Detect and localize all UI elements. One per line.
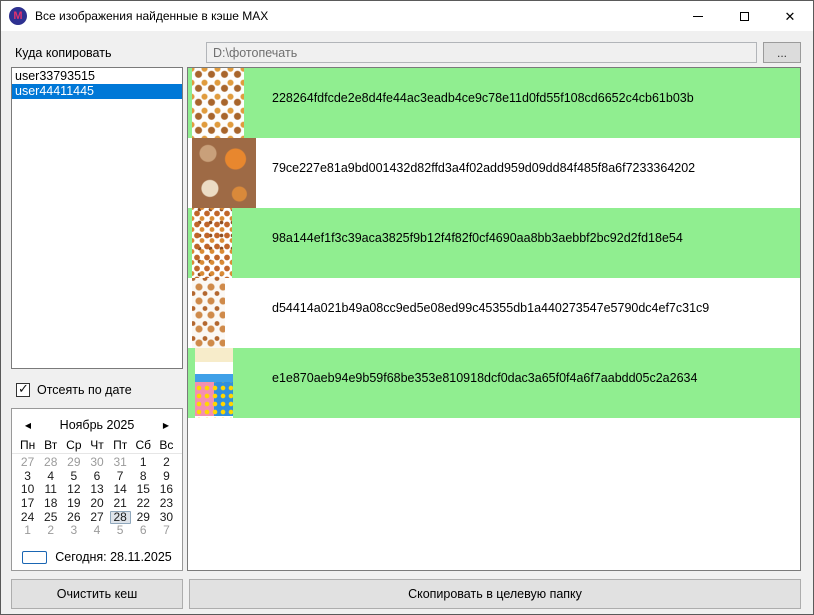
image-hash-row[interactable]: 228264fdfcde2e8d4fe44ac3eadb4ce9c78e11d0… [188,68,800,138]
calendar-day[interactable]: 9 [155,470,178,484]
calendar-day[interactable]: 6 [85,470,108,484]
calendar-day[interactable]: 6 [132,524,155,538]
calendar-month-label[interactable]: Ноябрь 2025 [60,418,135,432]
calendar-day[interactable]: 28 [39,456,62,470]
image-thumbnail [192,208,232,278]
calendar-day[interactable]: 7 [109,470,132,484]
calendar-day[interactable]: 22 [132,497,155,511]
calendar-day[interactable]: 19 [62,497,85,511]
calendar-day[interactable]: 5 [62,470,85,484]
calendar-next-icon[interactable]: ▶ [160,421,172,430]
calendar-day[interactable]: 4 [39,470,62,484]
calendar-day[interactable]: 20 [85,497,108,511]
maximize-button[interactable] [721,1,767,31]
image-thumbnail [195,348,233,418]
calendar-day-name: Пн [16,438,39,453]
calendar-day[interactable]: 18 [39,497,62,511]
calendar-day[interactable]: 16 [155,483,178,497]
calendar-day[interactable]: 29 [132,511,155,525]
calendar-day-name: Чт [85,438,108,453]
calendar-day[interactable]: 1 [132,456,155,470]
calendar-day[interactable]: 11 [39,483,62,497]
calendar-day[interactable]: 23 [155,497,178,511]
calendar-header: ◀ Ноябрь 2025 ▶ [12,412,182,438]
filter-by-date-label: Отсеять по дате [37,383,132,397]
calendar-day-name: Вс [155,438,178,453]
calendar-day[interactable]: 1 [16,524,39,538]
calendar-day-name: Сб [132,438,155,453]
image-thumbnail [192,278,225,348]
calendar-grid: 2728293031123456789101112131415161718192… [12,454,182,538]
image-hash-row[interactable]: d54414a021b49a08cc9ed5e08ed99c45355db1a4… [188,278,800,348]
calendar-day[interactable]: 31 [109,456,132,470]
image-hash-text: d54414a021b49a08cc9ed5e08ed99c45355db1a4… [272,301,709,315]
window-controls: ✕ [675,1,813,31]
browse-button[interactable]: ... [763,42,801,63]
calendar-day-name: Вт [39,438,62,453]
calendar-day[interactable]: 3 [16,470,39,484]
calendar-day[interactable]: 4 [85,524,108,538]
calendar-day[interactable]: 27 [16,456,39,470]
calendar-day[interactable]: 10 [16,483,39,497]
image-hash-text: 79ce227e81a9bd001432d82ffd3a4f02add959d0… [272,161,695,175]
calendar-day[interactable]: 24 [16,511,39,525]
max-logo-icon: M [9,7,27,25]
user-list: user33793515user44411445 [11,67,183,369]
image-hash-row[interactable]: 98a144ef1f3c39aca3825f9b12f4f82f0cf4690a… [188,208,800,278]
close-button[interactable]: ✕ [767,1,813,31]
image-thumbnail [192,138,256,208]
calendar-day[interactable]: 29 [62,456,85,470]
calendar-day-name: Пт [109,438,132,453]
calendar-day[interactable]: 8 [132,470,155,484]
close-icon: ✕ [785,10,796,23]
image-hash-text: 98a144ef1f3c39aca3825f9b12f4f82f0cf4690a… [272,231,683,245]
calendar-day[interactable]: 27 [85,511,108,525]
calendar-day[interactable]: 2 [155,456,178,470]
window-title: Все изображения найденные в кэше MAX [35,9,268,23]
calendar-footer[interactable]: Сегодня: 28.11.2025 [12,550,182,564]
calendar-day[interactable]: 21 [109,497,132,511]
image-hash-text: e1e870aeb94e9b59f68be353e810918dcf0dac3a… [272,371,697,385]
destination-label: Куда копировать [15,46,111,60]
calendar-day[interactable]: 25 [39,511,62,525]
calendar-day[interactable]: 26 [62,511,85,525]
app-window: M Все изображения найденные в кэше MAX ✕… [0,0,814,615]
calendar-day[interactable]: 5 [109,524,132,538]
minimize-button[interactable] [675,1,721,31]
maximize-icon [740,12,749,21]
calendar-day-selected[interactable]: 28 [110,511,131,525]
calendar-day[interactable]: 13 [85,483,108,497]
check-icon: ✓ [18,381,29,397]
image-hash-row[interactable]: e1e870aeb94e9b59f68be353e810918dcf0dac3a… [188,348,800,418]
calendar-day-name: Ср [62,438,85,453]
calendar-day[interactable]: 17 [16,497,39,511]
user-list-item[interactable]: user33793515 [12,69,182,84]
calendar: ◀ Ноябрь 2025 ▶ ПнВтСрЧтПтСбВс 272829303… [11,408,183,571]
calendar-day[interactable]: 3 [62,524,85,538]
calendar-day-names: ПнВтСрЧтПтСбВс [12,438,182,454]
image-hash-row[interactable]: 79ce227e81a9bd001432d82ffd3a4f02add959d0… [188,138,800,208]
checkbox-icon: ✓ [16,383,30,397]
clear-cache-button[interactable]: Очистить кеш [11,579,183,609]
filter-by-date-checkbox[interactable]: ✓ Отсеять по дате [16,383,132,397]
user-list-item[interactable]: user44411445 [12,84,182,99]
destination-path-input[interactable] [206,42,757,63]
calendar-day[interactable]: 14 [109,483,132,497]
calendar-prev-icon[interactable]: ◀ [22,421,34,430]
image-hash-panel: 228264fdfcde2e8d4fe44ac3eadb4ce9c78e11d0… [187,67,801,571]
image-thumbnail [192,68,244,138]
title-bar: M Все изображения найденные в кэше MAX ✕ [1,1,813,31]
calendar-day[interactable]: 30 [155,511,178,525]
image-hash-text: 228264fdfcde2e8d4fe44ac3eadb4ce9c78e11d0… [272,91,694,105]
today-box-icon [22,551,47,564]
calendar-day[interactable]: 7 [155,524,178,538]
calendar-day[interactable]: 15 [132,483,155,497]
today-label: Сегодня: 28.11.2025 [55,550,172,564]
calendar-day[interactable]: 12 [62,483,85,497]
minimize-icon [693,16,703,17]
calendar-day[interactable]: 2 [39,524,62,538]
calendar-day[interactable]: 30 [85,456,108,470]
copy-to-folder-button[interactable]: Скопировать в целевую папку [189,579,801,609]
